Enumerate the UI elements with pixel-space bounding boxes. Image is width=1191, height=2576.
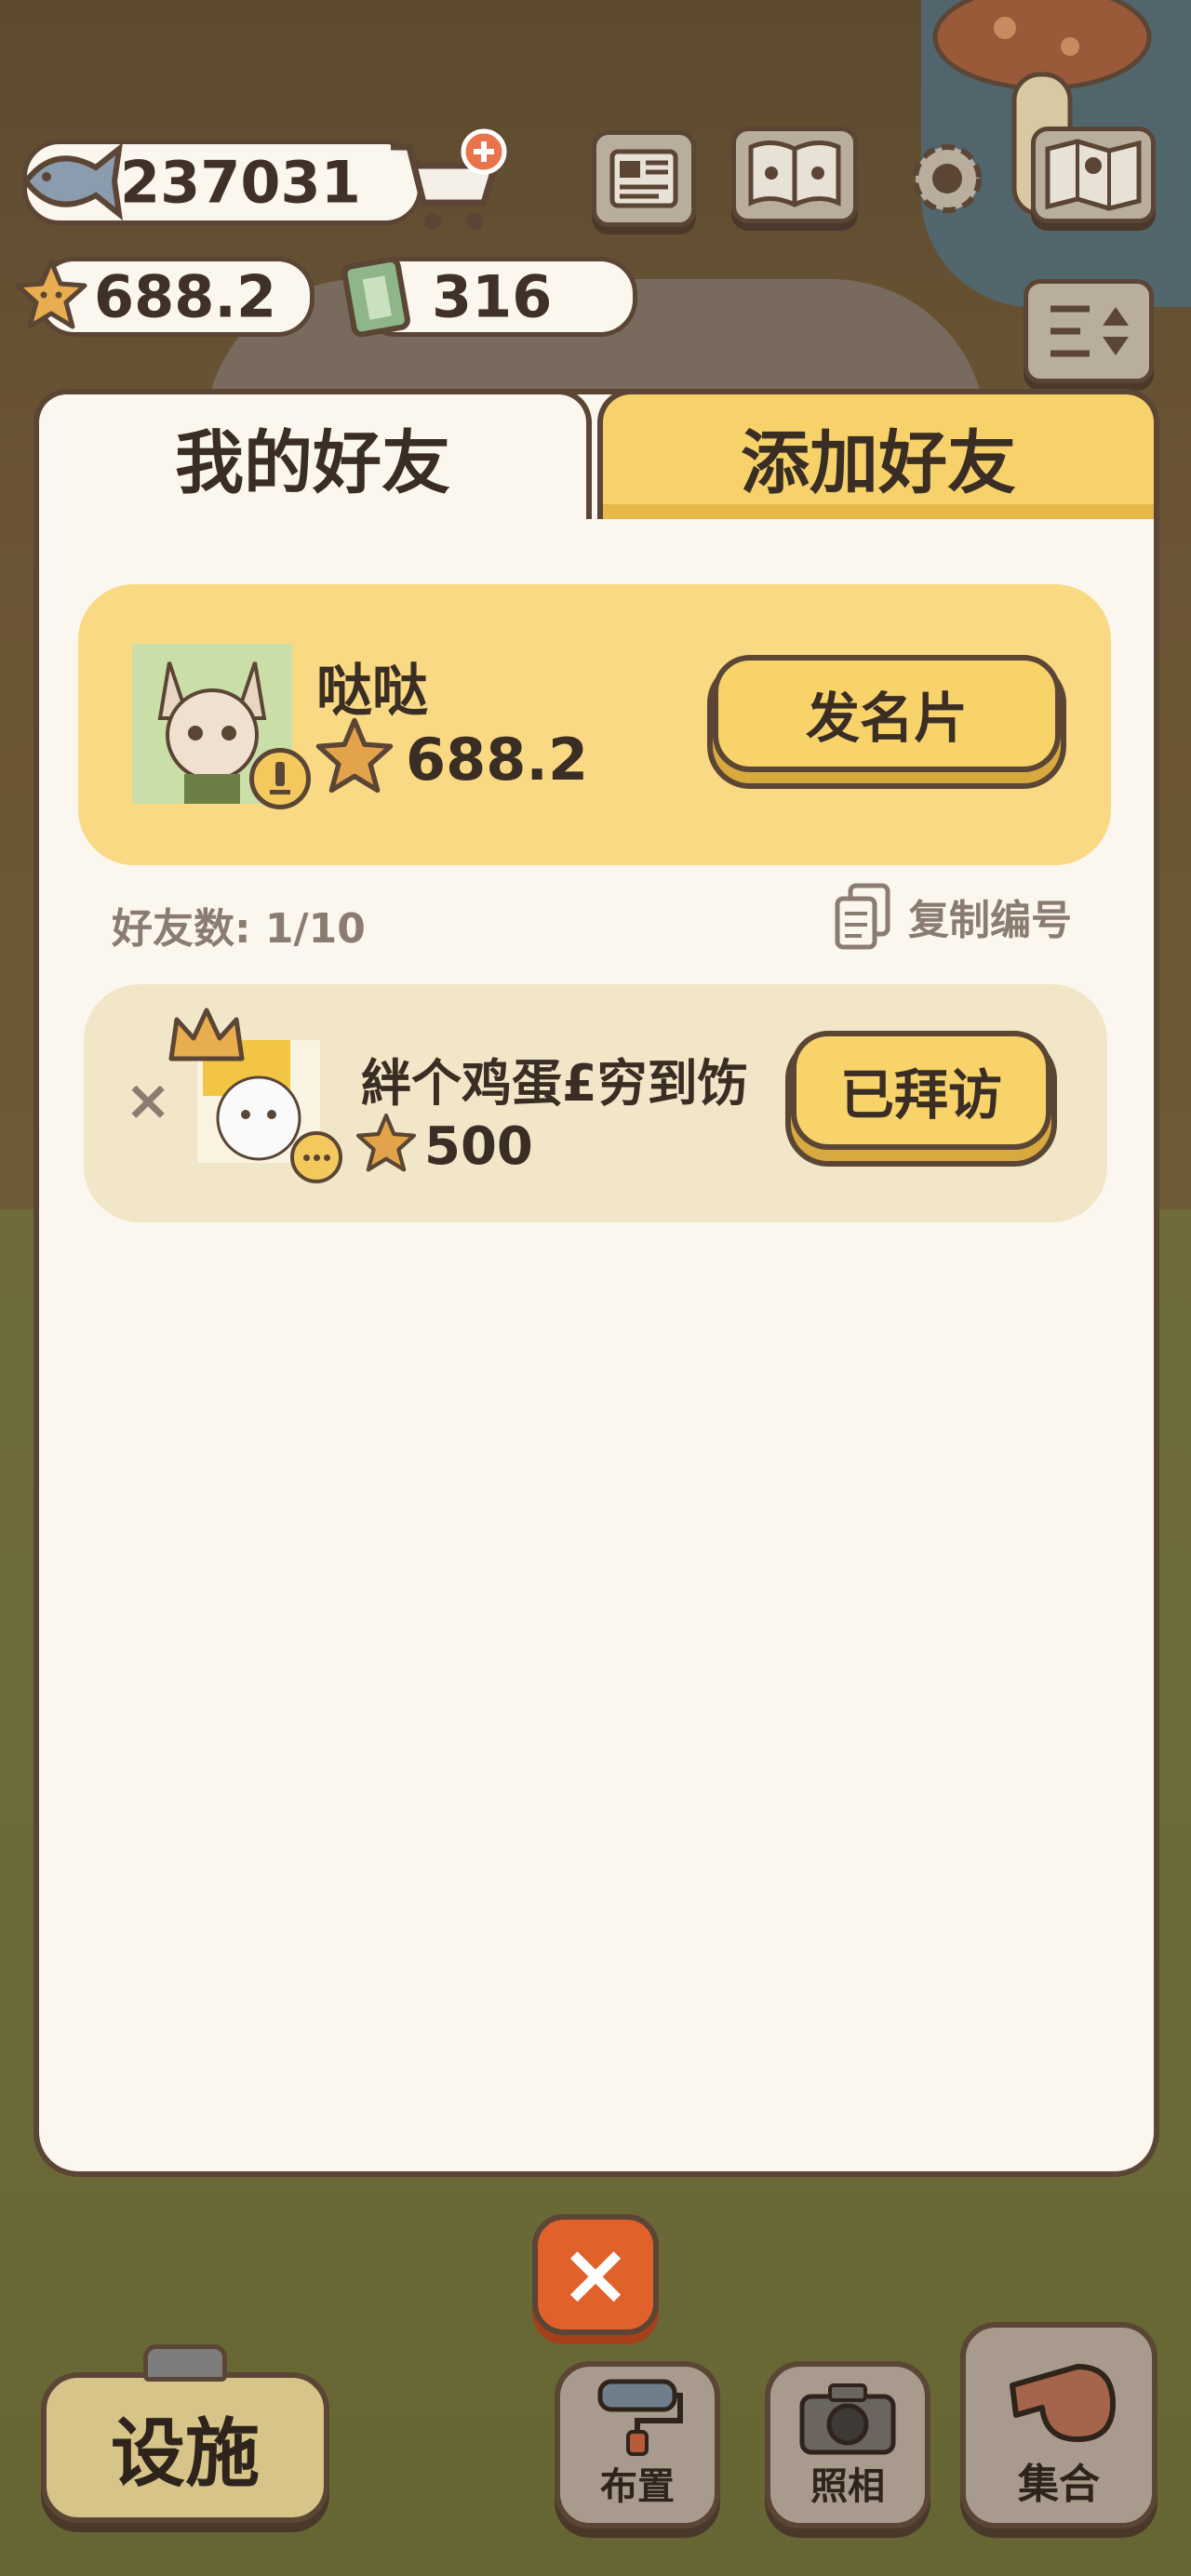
crown-icon [164,1003,249,1072]
tab-my-friends[interactable]: 我的好友 [33,389,592,519]
gear-icon [913,144,982,213]
friend-name: 絆个鸡蛋£穷到饬 [361,1054,748,1113]
copy-icon [835,883,890,950]
gather-button[interactable]: 集合 [960,2322,1158,2529]
ticket-count: 316 [432,262,553,331]
close-icon: × [559,2224,632,2324]
tab-add-friend[interactable]: 添加好友 [597,389,1159,519]
cart-add-icon[interactable] [381,128,512,238]
friend-more-icon[interactable] [290,1131,342,1183]
fish-icon [17,135,128,228]
fish-count: 237031 [120,148,361,217]
self-star-count: 688.2 [406,726,589,794]
friend-count: 好友数: 1/10 [112,905,366,953]
clipboard-clip-icon [143,2344,227,2382]
edit-avatar-icon[interactable] [249,748,311,809]
friend-star-count: 500 [424,1116,533,1177]
arrange-label: 布置 [600,2465,675,2508]
pawbook-button[interactable] [731,127,858,223]
ticket-icon [330,247,423,340]
copy-id-label: 复制编号 [908,897,1072,944]
sort-toggle-icon [1050,305,1129,357]
pawbook-icon [748,140,841,207]
newspaper-button[interactable] [592,130,696,227]
remove-friend-icon[interactable]: × [125,1068,171,1133]
visited-button[interactable]: 已拜访 [791,1031,1051,1150]
copy-id-button[interactable]: 复制编号 [834,882,1072,951]
whistle-icon [1010,2364,1116,2442]
newspaper-icon [609,149,678,208]
self-star-icon [313,714,396,802]
facility-button[interactable]: 设施 [41,2372,329,2523]
send-card-button[interactable]: 发名片 [713,655,1061,772]
arrange-button[interactable]: 布置 [555,2361,720,2529]
photo-button[interactable]: 照相 [765,2361,930,2529]
facility-label: 设施 [111,2410,260,2497]
paint-roller-icon [597,2379,683,2456]
map-button[interactable] [1031,127,1156,223]
sort-toggle-button[interactable] [1024,279,1154,383]
map-icon [1045,139,1142,211]
star-count: 688.2 [94,262,277,331]
gather-label: 集合 [1018,2461,1100,2508]
star-icon [9,253,93,337]
camera-icon [799,2383,896,2455]
settings-button[interactable] [895,130,999,227]
close-button[interactable]: × [532,2214,659,2335]
friend-star-icon [354,1111,419,1180]
photo-label: 照相 [810,2465,885,2508]
